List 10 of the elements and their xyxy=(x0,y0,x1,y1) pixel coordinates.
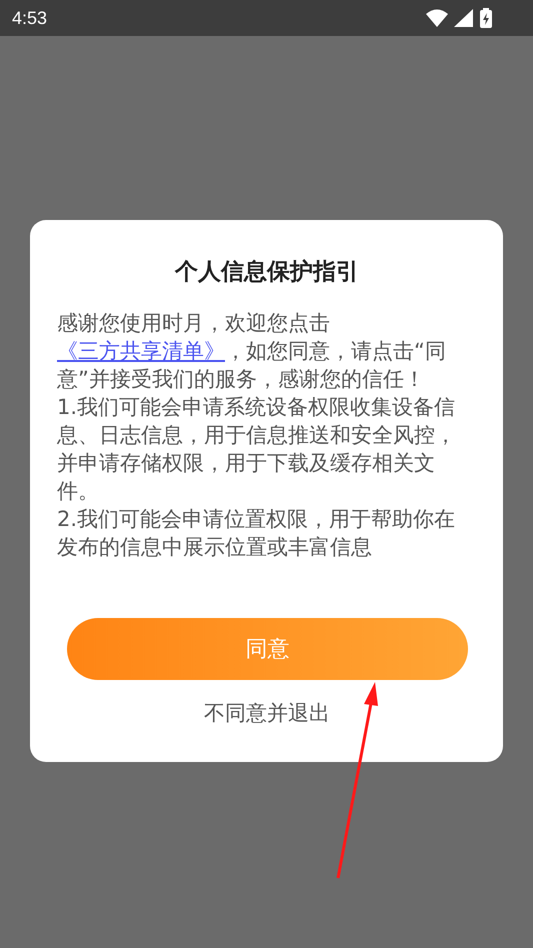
policy-link[interactable]: 《三方共享清单》 xyxy=(57,339,225,363)
wifi-icon xyxy=(426,9,448,27)
clock: 4:53 xyxy=(12,8,48,28)
policy-paragraph: 感谢您使用时月，欢迎您点击 《三方共享清单》，如您同意，请点击“同意”并接受我们的服务，感谢您的信任！ xyxy=(57,310,447,393)
decline-link[interactable]: 不同意并退出 xyxy=(198,698,336,728)
policy-paragraph: 1.我们可能会申请系统设备权限收集设备信息、日志信息，用于信息推送和安全风控，并申请存储权限，用于下载及缓存相关文件。 xyxy=(57,394,457,505)
signal-icon xyxy=(454,9,473,27)
policy-paragraph: 2.我们可能会申请位置权限，用于帮助你在发布的信息中展示位置或丰富信息 xyxy=(57,506,456,561)
battery-charging-icon xyxy=(479,8,493,28)
dialog-title: 个人信息保护指引 xyxy=(174,258,360,287)
